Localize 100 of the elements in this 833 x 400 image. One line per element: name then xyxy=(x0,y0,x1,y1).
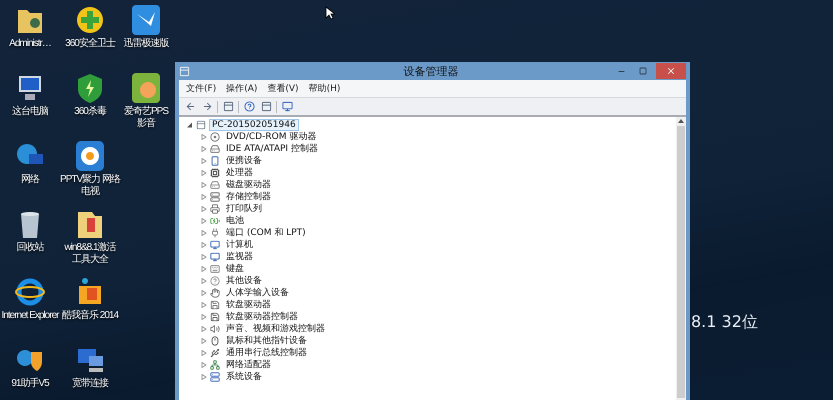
expand-arrow-icon[interactable] xyxy=(201,266,207,272)
expand-arrow-icon[interactable] xyxy=(201,218,207,224)
monitor-icon xyxy=(210,240,220,250)
help-button[interactable] xyxy=(242,100,256,114)
window-title: 设备管理器 xyxy=(402,64,460,78)
icon-label[interactable]: 360安全卫士 xyxy=(60,38,120,50)
monitor-icon xyxy=(210,252,220,262)
server-icon xyxy=(210,192,220,202)
expand-arrow-icon[interactable] xyxy=(201,374,207,380)
icon-label[interactable]: Internet Explorer xyxy=(0,310,60,322)
usb-icon xyxy=(210,348,220,358)
tree-item[interactable]: 存储控制器 xyxy=(223,191,274,203)
menu-item[interactable]: 帮助(H) xyxy=(306,82,344,95)
expand-arrow-icon[interactable] xyxy=(201,326,207,332)
plus-circle-icon xyxy=(75,4,105,36)
question-icon xyxy=(210,276,220,286)
icon-label[interactable]: Administr… xyxy=(0,38,60,50)
expand-arrow-icon[interactable] xyxy=(201,338,207,344)
tree-item[interactable]: 其他设备 xyxy=(223,275,265,287)
expand-arrow-icon[interactable] xyxy=(201,158,207,164)
icon-label[interactable]: PPTV聚力 网络电视 xyxy=(60,174,120,198)
menu-item[interactable]: 操作(A) xyxy=(223,82,260,95)
keyboard-icon xyxy=(210,264,220,274)
forward-arrow-icon xyxy=(202,101,212,112)
tree-item[interactable]: 声音、视频和游戏控制器 xyxy=(223,323,328,335)
scroll-up-icon[interactable] xyxy=(678,119,684,123)
tree-item[interactable]: 人体学输入设备 xyxy=(223,287,292,299)
icon-label[interactable]: 爱奇艺PPS影音 xyxy=(120,106,172,130)
phone-icon xyxy=(210,156,220,166)
expand-arrow-icon[interactable] xyxy=(201,314,207,320)
scrollbar[interactable] xyxy=(676,117,686,400)
window-app-icon xyxy=(179,66,190,76)
tree-item[interactable]: 监视器 xyxy=(223,251,256,263)
panel-icon xyxy=(260,101,272,112)
expand-arrow-icon[interactable] xyxy=(201,278,207,284)
tree-item[interactable]: DVD/CD-ROM 驱动器 xyxy=(223,131,320,143)
collapse-arrow-icon[interactable] xyxy=(187,122,193,128)
wallpaper-text: 8.1 32位 xyxy=(691,312,758,333)
menu-item[interactable]: 查看(V) xyxy=(264,82,302,95)
icon-label[interactable]: win8&8.1激活工具大全 xyxy=(60,242,120,266)
tree-item[interactable]: 计算机 xyxy=(223,239,256,251)
icon-label[interactable]: 360杀毒 xyxy=(60,106,120,118)
monitor-button[interactable] xyxy=(280,100,294,114)
tree-item[interactable]: 端口 (COM 和 LPT) xyxy=(223,227,309,239)
panel-icon xyxy=(222,101,234,112)
monitor-icon xyxy=(282,101,292,112)
expand-arrow-icon[interactable] xyxy=(201,362,207,368)
close-button[interactable] xyxy=(656,63,686,79)
expand-arrow-icon[interactable] xyxy=(201,290,207,296)
tree-item[interactable]: 处理器 xyxy=(223,167,256,179)
help-icon xyxy=(244,101,254,112)
shield-icon xyxy=(75,72,105,104)
menu-item[interactable]: 文件(F) xyxy=(183,82,220,95)
mouse-icon xyxy=(210,336,220,346)
network-icon xyxy=(210,360,220,370)
cursor-icon xyxy=(325,6,335,20)
expand-arrow-icon[interactable] xyxy=(201,146,207,152)
tree-item[interactable]: 磁盘驱动器 xyxy=(223,179,274,191)
floppy-icon xyxy=(210,300,220,310)
expand-arrow-icon[interactable] xyxy=(201,194,207,200)
icon-label[interactable]: 宽带连接 xyxy=(60,378,120,390)
tree-item[interactable]: 通用串行总线控制器 xyxy=(223,347,310,359)
expand-arrow-icon[interactable] xyxy=(201,170,207,176)
icon-label[interactable]: 回收站 xyxy=(0,242,60,254)
icon-label[interactable]: 91助手V5 xyxy=(0,378,60,390)
tree-item[interactable]: IDE ATA/ATAPI 控制器 xyxy=(223,143,321,155)
computer-icon xyxy=(196,120,206,130)
icon-label[interactable]: 迅雷极速版 xyxy=(120,38,172,50)
printer-icon xyxy=(210,204,220,214)
plug-icon xyxy=(210,228,220,238)
tree-item[interactable]: PC-201502051946 xyxy=(209,119,299,131)
expand-arrow-icon[interactable] xyxy=(201,242,207,248)
tree-item[interactable]: 便携设备 xyxy=(223,155,265,167)
tree-item[interactable]: 软盘驱动器控制器 xyxy=(223,311,301,323)
hand-icon xyxy=(210,288,220,298)
expand-arrow-icon[interactable] xyxy=(201,350,207,356)
expand-arrow-icon[interactable] xyxy=(201,254,207,260)
expand-arrow-icon[interactable] xyxy=(201,206,207,212)
tree-item[interactable]: 电池 xyxy=(223,215,247,227)
tree-item[interactable]: 键盘 xyxy=(223,263,247,275)
icon-label[interactable]: 酷我音乐 2014 xyxy=(60,310,120,322)
chip-icon xyxy=(210,168,220,178)
expand-arrow-icon[interactable] xyxy=(201,230,207,236)
panel-button[interactable] xyxy=(221,100,235,114)
server-icon xyxy=(210,372,220,382)
drive-icon xyxy=(210,180,220,190)
expand-arrow-icon[interactable] xyxy=(201,302,207,308)
icon-label[interactable]: 这台电脑 xyxy=(0,106,60,118)
expand-arrow-icon[interactable] xyxy=(201,182,207,188)
drive-icon xyxy=(210,144,220,154)
tree-item[interactable]: 打印队列 xyxy=(223,203,265,215)
tree-item[interactable]: 鼠标和其他指针设备 xyxy=(223,335,310,347)
speaker-icon xyxy=(210,324,220,334)
icon-label[interactable]: 网络 xyxy=(0,174,60,186)
tree-item[interactable]: 软盘驱动器 xyxy=(223,299,274,311)
tree-item[interactable]: 系统设备 xyxy=(223,371,265,383)
disc-icon xyxy=(210,132,220,142)
expand-arrow-icon[interactable] xyxy=(201,134,207,140)
tree-item[interactable]: 网络适配器 xyxy=(223,359,274,371)
panel-button[interactable] xyxy=(259,100,273,114)
